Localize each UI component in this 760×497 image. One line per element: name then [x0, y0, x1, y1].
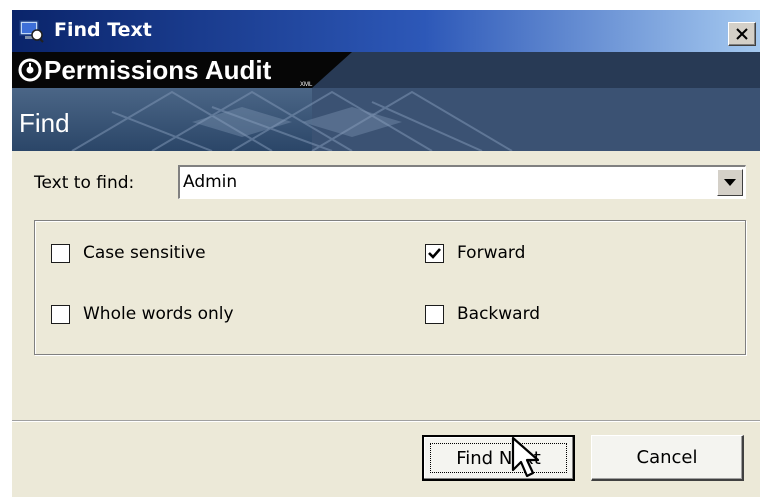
case-sensitive-label[interactable]: Case sensitive — [83, 243, 206, 263]
forward-label[interactable]: Forward — [457, 243, 525, 263]
brand-suffix: XML — [300, 82, 313, 88]
search-options-group: Case sensitive Whole words only Forward … — [34, 220, 746, 355]
banner-heading: Find — [19, 108, 70, 138]
brand-name: Permissions Audit — [44, 55, 272, 85]
text-to-find-value[interactable]: Admin — [183, 172, 237, 192]
title-bar[interactable]: Find Text — [12, 10, 760, 52]
cancel-button[interactable]: Cancel — [591, 435, 744, 481]
find-next-button[interactable]: Find Next — [422, 435, 575, 481]
whole-words-label[interactable]: Whole words only — [83, 304, 234, 324]
find-text-dialog: Find Text Permissions Audit XML Find Tex… — [10, 8, 760, 497]
footer-divider — [12, 420, 760, 422]
close-icon — [736, 28, 748, 40]
chevron-down-icon — [724, 178, 736, 186]
text-to-find-label: Text to find: — [34, 173, 135, 193]
backward-checkbox[interactable] — [425, 305, 444, 324]
close-button[interactable] — [728, 22, 756, 46]
checkmark-icon — [428, 248, 441, 259]
cancel-label: Cancel — [636, 447, 698, 468]
backward-label[interactable]: Backward — [457, 304, 540, 324]
header-banner: Permissions Audit XML Find — [12, 52, 760, 151]
app-icon — [19, 20, 44, 43]
text-to-find-combobox[interactable]: Admin — [178, 165, 746, 199]
brand-logo: Permissions Audit XML — [18, 55, 316, 89]
dropdown-button[interactable] — [717, 169, 743, 196]
mouse-pointer-icon — [511, 436, 540, 478]
whole-words-checkbox[interactable] — [51, 305, 70, 324]
forward-checkbox[interactable] — [425, 244, 444, 263]
case-sensitive-checkbox[interactable] — [51, 244, 70, 263]
window-title: Find Text — [54, 19, 152, 41]
gear-icon — [18, 58, 42, 82]
